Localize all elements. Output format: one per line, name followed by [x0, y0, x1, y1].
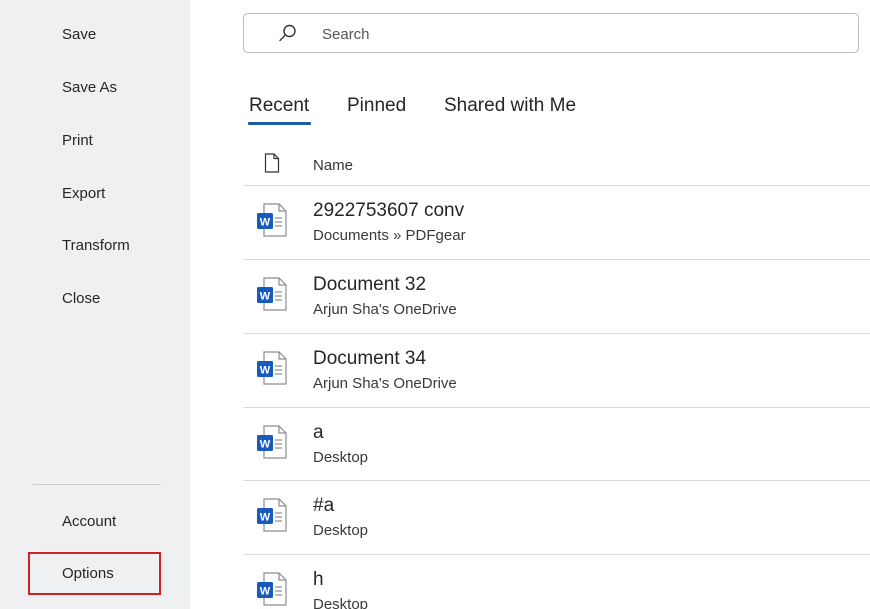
svg-text:W: W — [260, 439, 271, 451]
search-icon — [279, 24, 296, 42]
sidebar-item-export[interactable]: Export — [62, 185, 105, 203]
tab-pinned[interactable]: Pinned — [347, 95, 406, 117]
sidebar-divider — [33, 484, 161, 485]
word-document-icon: W — [257, 203, 287, 237]
file-location: Documents » PDFgear — [313, 227, 466, 244]
sidebar-item-print[interactable]: Print — [62, 132, 93, 150]
file-name: a — [313, 422, 324, 443]
svg-text:W: W — [260, 365, 271, 377]
sidebar-item-options[interactable]: Options — [28, 552, 161, 595]
word-document-icon: W — [257, 498, 287, 532]
search-input[interactable] — [322, 24, 822, 44]
file-name: #a — [313, 495, 335, 516]
sidebar-item-transform[interactable]: Transform — [62, 237, 130, 255]
file-row[interactable]: W Document 34 Arjun Sha's OneDrive — [243, 334, 870, 406]
word-document-icon: W — [257, 351, 287, 385]
svg-text:W: W — [260, 512, 271, 524]
tab-shared-with-me[interactable]: Shared with Me — [444, 95, 576, 117]
backstage-sidebar: Save Save As Print Export Transform Clos… — [0, 0, 190, 609]
file-name: Document 34 — [313, 348, 427, 369]
file-location: Desktop — [313, 596, 369, 609]
word-document-icon: W — [257, 425, 287, 459]
file-location: Arjun Sha's OneDrive — [313, 301, 457, 318]
search-box[interactable] — [243, 13, 859, 53]
file-row[interactable]: W #a Desktop — [243, 481, 870, 553]
tab-recent[interactable]: Recent — [249, 95, 309, 117]
file-location: Arjun Sha's OneDrive — [313, 375, 457, 392]
file-row[interactable]: W a Desktop — [243, 408, 870, 480]
sidebar-item-account[interactable]: Account — [62, 513, 116, 531]
file-row[interactable]: W h Desktop — [243, 555, 870, 609]
sidebar-item-save[interactable]: Save — [62, 26, 96, 44]
file-name: 2922753607 conv — [313, 200, 465, 221]
file-row[interactable]: W 2922753607 conv Documents » PDFgear — [243, 186, 870, 258]
file-location: Desktop — [313, 449, 369, 466]
document-column-icon — [264, 153, 280, 173]
file-name: Document 32 — [313, 274, 427, 295]
file-row[interactable]: W Document 32 Arjun Sha's OneDrive — [243, 260, 870, 332]
svg-text:W: W — [260, 217, 271, 229]
svg-text:W: W — [260, 291, 271, 303]
file-location: Desktop — [313, 522, 369, 539]
sidebar-item-close[interactable]: Close — [62, 290, 100, 308]
svg-text:W: W — [260, 586, 271, 598]
column-header-name[interactable]: Name — [313, 157, 353, 174]
word-document-icon: W — [257, 572, 287, 606]
word-document-icon: W — [257, 277, 287, 311]
sidebar-item-save-as[interactable]: Save As — [62, 79, 117, 97]
options-label: Options — [62, 565, 114, 582]
file-name: h — [313, 569, 324, 590]
active-tab-indicator — [248, 122, 311, 125]
